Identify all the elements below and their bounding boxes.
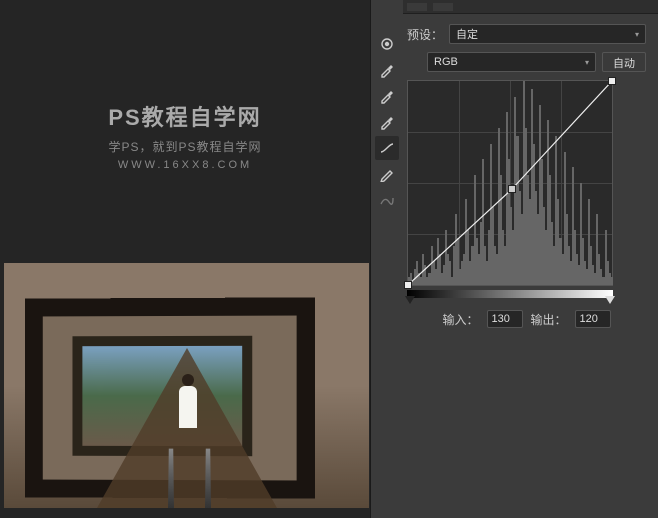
curves-tool-column bbox=[371, 0, 403, 518]
input-output-row: 输入： 输出： bbox=[407, 310, 646, 328]
curve-point[interactable] bbox=[608, 77, 616, 85]
watermark-subtitle: 学PS，就到PS教程自学网 bbox=[0, 138, 370, 155]
white-point-slider[interactable] bbox=[605, 296, 615, 304]
rail-right bbox=[205, 449, 211, 508]
output-value-field[interactable] bbox=[575, 310, 611, 328]
panel-header bbox=[403, 0, 658, 14]
watermark-url: WWW.16XX8.COM bbox=[0, 159, 370, 171]
canvas-area: PS教程自学网 学PS，就到PS教程自学网 WWW.16XX8.COM bbox=[0, 0, 370, 518]
output-label: 输出： bbox=[531, 311, 567, 328]
curve-pencil-icon[interactable] bbox=[375, 162, 399, 186]
preset-label: 预设： bbox=[407, 26, 443, 43]
curves-panel-body: 预设： 自定 ▾ RGB ▾ 自动 bbox=[403, 0, 658, 518]
auto-button[interactable]: 自动 bbox=[602, 52, 646, 72]
panel-tab[interactable] bbox=[407, 3, 427, 11]
input-value-field[interactable] bbox=[487, 310, 523, 328]
chevron-down-icon: ▾ bbox=[635, 30, 639, 39]
curve-line bbox=[408, 81, 612, 285]
smooth-curve-icon[interactable] bbox=[375, 188, 399, 212]
curves-graph[interactable] bbox=[407, 80, 613, 286]
watermark: PS教程自学网 学PS，就到PS教程自学网 WWW.16XX8.COM bbox=[0, 100, 370, 171]
eyedropper-gray-icon[interactable] bbox=[375, 84, 399, 108]
person-figure bbox=[179, 386, 197, 428]
curve-point[interactable] bbox=[508, 185, 516, 193]
watermark-title: PS教程自学网 bbox=[0, 100, 370, 132]
curve-point[interactable] bbox=[404, 281, 412, 289]
channel-select[interactable]: RGB ▾ bbox=[427, 52, 596, 72]
input-gradient-strip bbox=[407, 290, 613, 298]
railroad-tracks bbox=[97, 348, 277, 508]
eyedropper-black-icon[interactable] bbox=[375, 58, 399, 82]
input-label: 输入： bbox=[442, 311, 478, 328]
curve-smooth-icon[interactable] bbox=[375, 136, 399, 160]
channel-value: RGB bbox=[434, 56, 458, 68]
panel-tab[interactable] bbox=[433, 3, 453, 11]
eyedropper-white-icon[interactable] bbox=[375, 110, 399, 134]
chevron-down-icon: ▾ bbox=[585, 58, 589, 67]
document-image bbox=[4, 263, 369, 508]
preset-value: 自定 bbox=[456, 26, 478, 42]
preset-select[interactable]: 自定 ▾ bbox=[449, 24, 646, 44]
target-adjust-icon[interactable] bbox=[375, 32, 399, 56]
rail-left bbox=[168, 449, 174, 508]
black-point-slider[interactable] bbox=[405, 296, 415, 304]
curves-panel: 预设： 自定 ▾ RGB ▾ 自动 bbox=[370, 0, 658, 518]
preset-row: 预设： 自定 ▾ bbox=[407, 24, 646, 44]
channel-row: RGB ▾ 自动 bbox=[407, 52, 646, 72]
